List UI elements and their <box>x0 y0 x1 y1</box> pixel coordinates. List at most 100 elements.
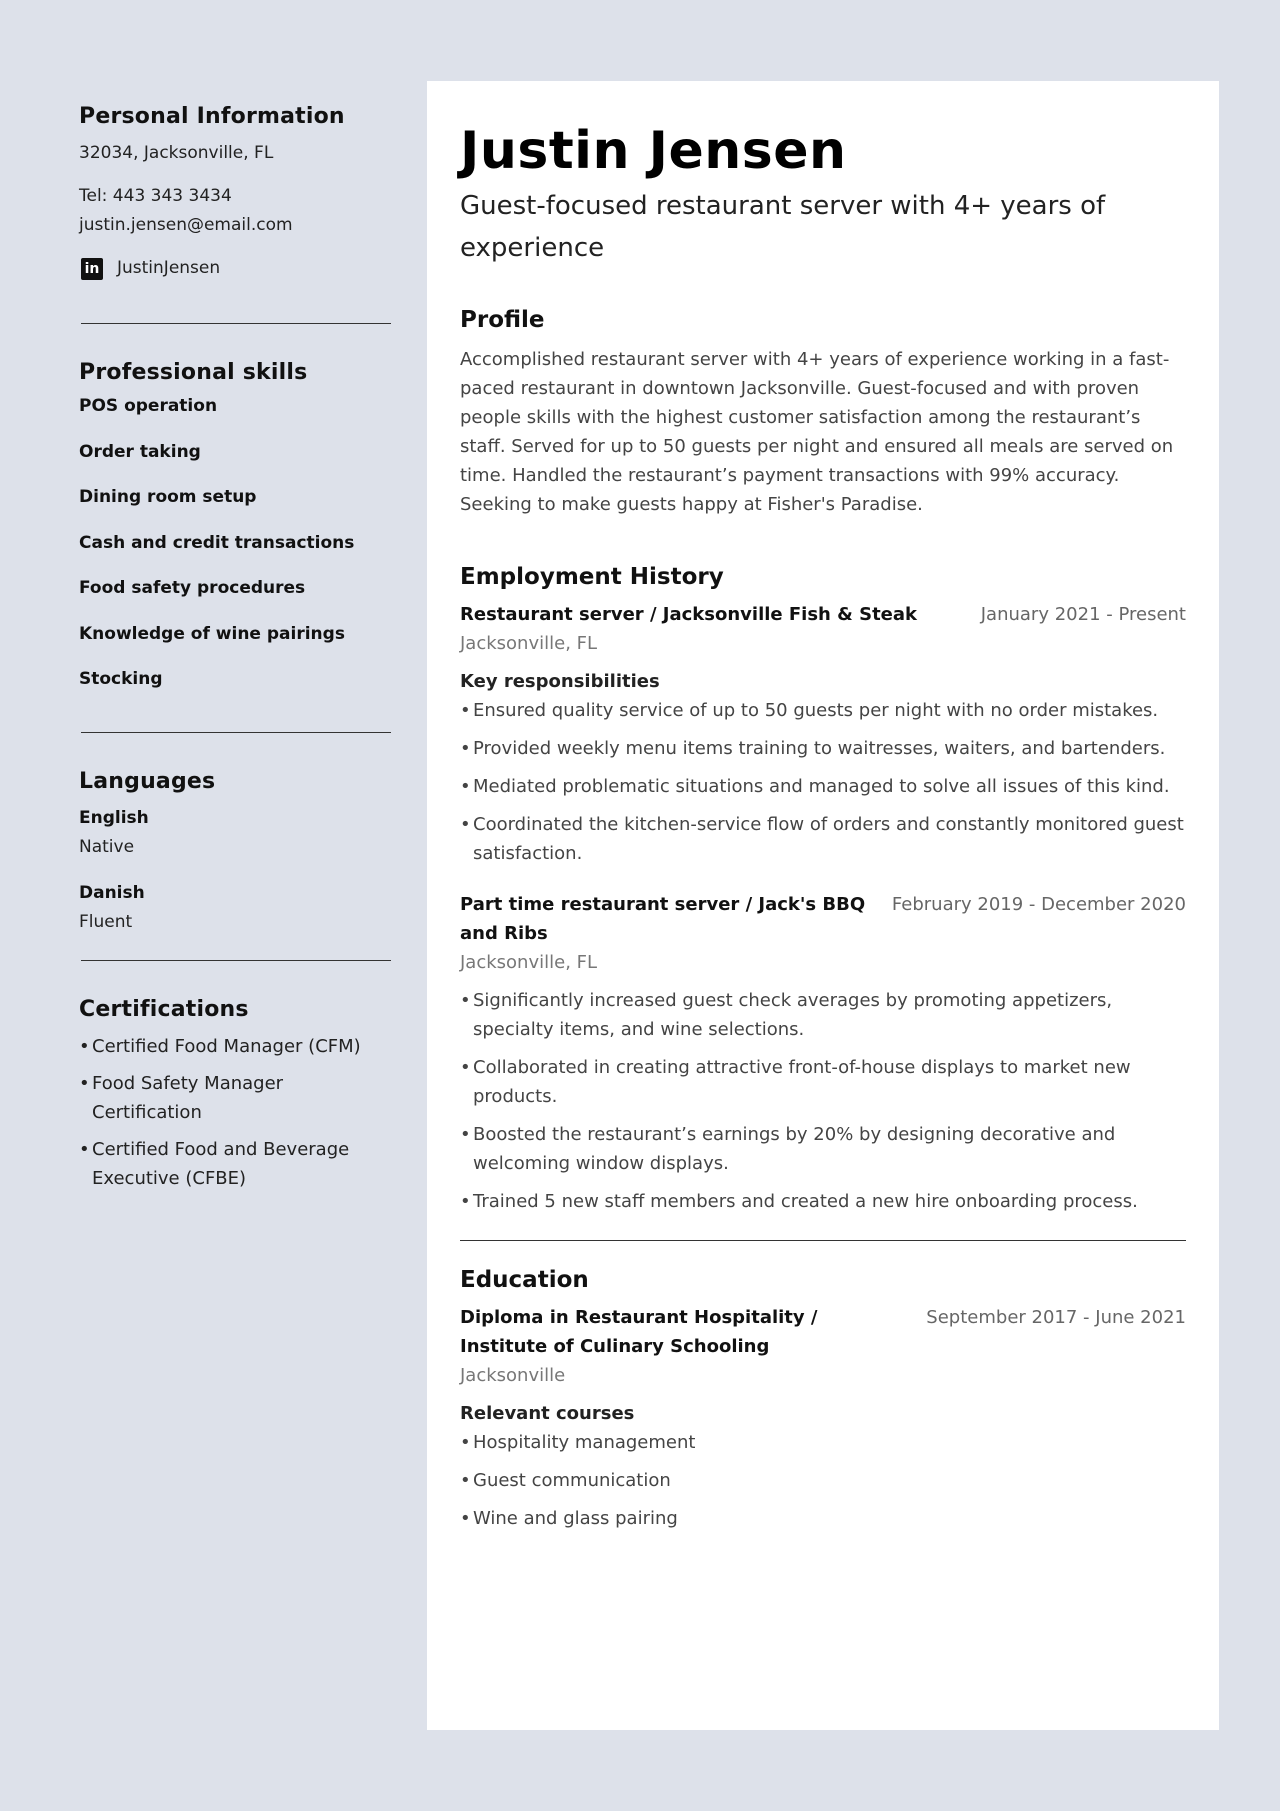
job-entry: Restaurant server / Jacksonville Fish & … <box>460 600 1186 868</box>
address: 32034, Jacksonville, FL <box>79 143 274 163</box>
education-section: Education Diploma in Restaurant Hospital… <box>460 1263 1186 1533</box>
bullet-icon: • <box>460 1508 471 1529</box>
job-title: Restaurant server / Jacksonville Fish & … <box>460 604 917 625</box>
phone: Tel: 443 343 3434 <box>79 186 232 206</box>
bullet-text: Boosted the restaurant’s earnings by 20%… <box>473 1124 1116 1174</box>
language-level: Fluent <box>79 911 133 932</box>
bullet-text: Significantly increased guest check aver… <box>473 990 1113 1040</box>
languages-list: English Native Danish Fluent <box>79 804 392 937</box>
bullet-item: • Trained 5 new staff members and created… <box>460 1187 1186 1216</box>
languages-title: Languages <box>79 768 216 794</box>
bullet-item: • Collaborated in creating attractive fro… <box>460 1053 1186 1111</box>
bullet-icon: • <box>460 700 471 721</box>
degree-title: Diploma in Restaurant Hospitality / Inst… <box>460 1307 818 1357</box>
certification-item: • Certified Food and Beverage Executive (… <box>79 1135 392 1193</box>
bullet-item: • Hospitality management <box>460 1428 1186 1457</box>
bullet-item: • Ensured quality service of up to 50 gue… <box>460 696 1186 725</box>
job-date: February 2019 - December 2020 <box>891 894 1186 915</box>
bullet-icon: • <box>460 1432 471 1453</box>
bullet-item: • Significantly increased guest check ave… <box>460 986 1186 1044</box>
language-item: English Native <box>79 804 392 862</box>
bullet-text: Trained 5 new staff members and created … <box>473 1191 1138 1212</box>
certification-item: • Certified Food Manager (CFM) <box>79 1032 392 1061</box>
certifications-title: Certifications <box>79 996 249 1022</box>
bullet-item: • Wine and glass pairing <box>460 1504 1186 1533</box>
bullet-icon: • <box>79 1072 90 1094</box>
personal-information-title: Personal Information <box>79 104 345 129</box>
skill-item: Order taking <box>79 441 201 462</box>
divider <box>81 731 391 733</box>
bullet-icon: • <box>460 738 471 759</box>
bullet-item: • Coordinated the kitchen-service flow of… <box>460 810 1186 868</box>
professional-skills-section: Professional skills POS operation Order t… <box>79 360 392 714</box>
certifications-list: • Certified Food Manager (CFM) • Food Safet… <box>79 1032 392 1193</box>
skill-item: Dining room setup <box>79 487 257 507</box>
job-entry: Part time restaurant server / Jack's BBQ… <box>460 890 1186 1216</box>
skills-list: POS operation Order taking Dining room set… <box>79 395 392 714</box>
certification-text: Food Safety Manager Certification <box>92 1072 284 1123</box>
languages-section: Languages English Native Danish Fluent <box>79 769 392 937</box>
divider <box>460 1240 1186 1241</box>
course-list: • Hospitality management • Guest communicat… <box>460 1428 1186 1533</box>
bullet-text: Wine and glass pairing <box>473 1508 678 1529</box>
bullet-item: • Guest communication <box>460 1466 1186 1495</box>
language-item: Danish Fluent <box>79 879 392 937</box>
skill-item: Knowledge of wine pairings <box>79 623 345 644</box>
sidebar: Personal Information 32034, Jacksonville… <box>79 104 392 1201</box>
professional-skills-title: Professional skills <box>79 360 308 385</box>
bullet-icon: • <box>79 1035 90 1057</box>
skill-item: Food safety procedures <box>79 578 306 598</box>
personal-information-section: Personal Information 32034, Jacksonville… <box>79 104 392 283</box>
bullet-text: Provided weekly menu items training to w… <box>473 738 1166 759</box>
bullet-icon: • <box>460 776 471 797</box>
bullet-text: Mediated problematic situations and mana… <box>473 776 1170 797</box>
education-title: Education <box>460 1267 589 1293</box>
certification-text: Certified Food and Beverage Executive (C… <box>92 1138 350 1189</box>
bullet-icon: • <box>460 1191 471 1212</box>
resume-card: Justin Jensen Guest-focused restaurant s… <box>427 81 1219 1730</box>
job-title: Part time restaurant server / Jack's BBQ… <box>460 894 866 944</box>
profile-section: Profile Accomplished restaurant server w… <box>460 303 1186 519</box>
linkedin-link[interactable]: in JustinJensen <box>79 254 392 283</box>
candidate-name: Justin Jensen <box>460 121 847 181</box>
employment-history-title: Employment History <box>460 564 724 590</box>
email[interactable]: justin.jensen@email.com <box>79 211 392 240</box>
key-responsibilities-title: Key responsibilities <box>460 671 660 692</box>
skill-item: Cash and credit transactions <box>79 532 355 553</box>
linkedin-handle: JustinJensen <box>117 258 221 278</box>
bullet-icon: • <box>460 990 471 1011</box>
bullet-text: Ensured quality service of up to 50 gues… <box>473 700 1159 721</box>
certification-item: • Food Safety Manager Certification <box>79 1069 392 1127</box>
bullet-icon: • <box>460 1124 471 1145</box>
divider <box>81 959 391 961</box>
education-date: September 2017 - June 2021 <box>926 1307 1186 1328</box>
bullet-item: • Provided weekly menu items training to … <box>460 734 1186 763</box>
education-entry: Diploma in Restaurant Hospitality / Inst… <box>460 1303 1186 1533</box>
bullet-icon: • <box>460 1470 471 1491</box>
bullet-icon: • <box>460 814 471 835</box>
job-location: Jacksonville, FL <box>460 633 598 654</box>
bullet-icon: • <box>460 1057 471 1078</box>
certification-text: Certified Food Manager (CFM) <box>92 1035 361 1057</box>
divider <box>81 323 391 324</box>
bullet-item: • Mediated problematic situations and man… <box>460 772 1186 801</box>
bullet-text: Guest communication <box>473 1470 671 1491</box>
job-date: January 2021 - Present <box>980 604 1186 625</box>
language-name: English <box>79 807 149 828</box>
skill-item: Stocking <box>79 669 163 689</box>
bullet-text: Collaborated in creating attractive fron… <box>473 1057 1131 1107</box>
job-location: Jacksonville, FL <box>460 952 598 973</box>
employment-history-section: Employment History Restaurant server / J… <box>460 560 1186 1216</box>
linkedin-icon: in <box>81 257 103 280</box>
bullet-text: Coordinated the kitchen-service flow of … <box>473 814 1184 864</box>
bullet-item: • Boosted the restaurant’s earnings by 20… <box>460 1120 1186 1178</box>
education-location: Jacksonville <box>460 1365 566 1386</box>
bullet-icon: • <box>79 1138 90 1160</box>
job-bullets: • Significantly increased guest check ave… <box>460 986 1186 1216</box>
language-name: Danish <box>79 882 145 903</box>
headline: Guest-focused restaurant server with 4+ … <box>460 191 1106 263</box>
job-bullets: • Ensured quality service of up to 50 gue… <box>460 696 1186 868</box>
bullet-text: Hospitality management <box>473 1432 696 1453</box>
relevant-courses-title: Relevant courses <box>460 1403 635 1424</box>
language-level: Native <box>79 836 135 857</box>
